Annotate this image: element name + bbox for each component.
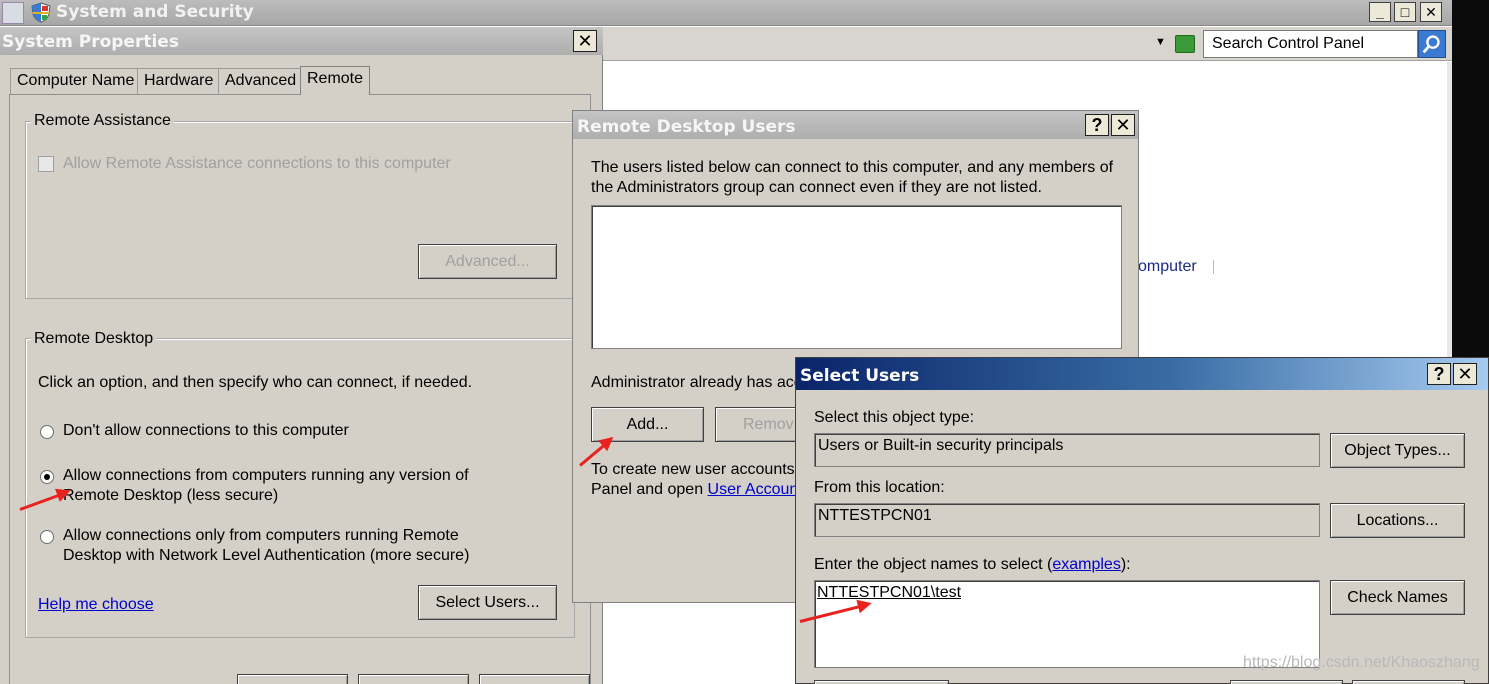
radio-allow-nla-label-1: Allow connections only from computers ru… (63, 527, 459, 544)
link-separator (1213, 260, 1214, 274)
system-properties-close-button[interactable]: ✕ (573, 30, 597, 52)
ok-button[interactable] (237, 674, 348, 684)
radio-dont-allow[interactable] (40, 425, 54, 439)
advanced-button[interactable]: Advanced... (418, 244, 557, 279)
watermark: https://blog.csdn.net/Khaoszhang (1243, 654, 1480, 671)
address-dropdown-icon[interactable]: ▼ (1155, 36, 1166, 48)
location-label: From this location: (814, 479, 945, 496)
control-panel-partial-link[interactable]: omputer (1138, 258, 1197, 276)
select-users-titlebar: Select Users ? ✕ (796, 358, 1488, 390)
minimize-button[interactable]: _ (1369, 2, 1391, 22)
radio-allow-nla[interactable] (40, 530, 54, 544)
select-users-title: Select Users (800, 366, 920, 386)
select-users-button[interactable]: Select Users... (418, 585, 557, 620)
remote-desktop-users-titlebar: Remote Desktop Users ? ✕ (573, 111, 1138, 139)
window-icon (2, 2, 24, 24)
help-me-choose-link[interactable]: Help me choose (38, 596, 154, 614)
control-panel-titlebar: System and Security _ □ ✕ (0, 0, 1452, 26)
examples-link[interactable]: examples (1052, 556, 1120, 573)
check-names-button[interactable]: Check Names (1330, 580, 1465, 615)
locations-button[interactable]: Locations... (1330, 503, 1465, 538)
rdu-description-1: The users listed below can connect to th… (591, 159, 1114, 176)
cancel-button[interactable] (358, 674, 469, 684)
rdu-description-2: the Administrators group can connect eve… (591, 179, 1042, 196)
object-names-label-prefix: Enter the object names to select ( (814, 556, 1053, 573)
select-users-help-button[interactable]: ? (1427, 363, 1451, 385)
select-users-dialog: Select Users ? ✕ Select this object type… (795, 357, 1489, 684)
object-type-label: Select this object type: (814, 409, 975, 426)
advanced-search-button[interactable] (814, 680, 949, 684)
shield-icon (31, 2, 51, 23)
refresh-icon[interactable] (1175, 35, 1195, 53)
rdu-create-note-prefix: Panel and open (591, 481, 708, 498)
remote-desktop-users-help-button[interactable]: ? (1085, 114, 1109, 136)
radio-allow-any-version[interactable] (40, 470, 54, 484)
radio-dont-allow-label: Don't allow connections to this computer (63, 422, 349, 439)
radio-allow-any-version-label-1: Allow connections from computers running… (63, 467, 469, 484)
system-properties-dialog: System Properties ✕ Computer Name Hardwa… (0, 27, 603, 684)
object-type-field: Users or Built-in security principals (814, 433, 1320, 467)
tab-hardware[interactable]: Hardware (137, 68, 221, 94)
su-ok-button[interactable] (1230, 680, 1343, 684)
tab-remote[interactable]: Remote (300, 66, 371, 95)
remote-desktop-instruction: Click an option, and then specify who ca… (38, 374, 473, 391)
select-users-close-button[interactable]: ✕ (1453, 363, 1477, 385)
su-cancel-button[interactable] (1352, 680, 1465, 684)
search-input[interactable]: Search Control Panel (1203, 30, 1418, 58)
object-names-value: NTTESTPCN01\test (817, 584, 962, 601)
user-accounts-link[interactable]: User Accoun (708, 481, 799, 498)
remote-assistance-checkbox-label: Allow Remote Assistance connections to t… (63, 155, 451, 172)
radio-selected-dot (44, 474, 50, 480)
remote-desktop-users-title: Remote Desktop Users (577, 117, 796, 137)
rdu-create-note-2: Panel and open User Accoun (591, 481, 798, 499)
radio-allow-any-version-label-2: Remote Desktop (less secure) (63, 487, 279, 504)
tab-computer-name[interactable]: Computer Name (10, 68, 142, 94)
users-list[interactable] (591, 205, 1122, 349)
control-panel-title: System and Security (56, 2, 254, 22)
radio-allow-nla-label-2: Desktop with Network Level Authenticatio… (63, 547, 470, 564)
system-properties-titlebar: System Properties ✕ (0, 27, 603, 55)
search-icon[interactable] (1418, 30, 1446, 58)
remote-assistance-label: Remote Assistance (31, 112, 174, 130)
close-window-button[interactable]: ✕ (1420, 2, 1442, 22)
tab-advanced[interactable]: Advanced (218, 68, 304, 94)
object-types-button[interactable]: Object Types... (1330, 433, 1465, 468)
object-names-label-suffix: ): (1120, 556, 1131, 573)
remote-assistance-checkbox[interactable] (38, 156, 54, 172)
location-field: NTTESTPCN01 (814, 503, 1320, 537)
maximize-button[interactable]: □ (1394, 2, 1416, 22)
apply-button[interactable] (479, 674, 590, 684)
rdu-admin-note: Administrator already has acc (591, 374, 802, 391)
remote-desktop-users-close-button[interactable]: ✕ (1111, 114, 1135, 136)
system-properties-title: System Properties (2, 32, 179, 52)
rdu-create-note-1: To create new user accounts (591, 461, 795, 478)
object-names-label: Enter the object names to select (exampl… (814, 556, 1131, 574)
remote-desktop-label: Remote Desktop (31, 330, 157, 348)
